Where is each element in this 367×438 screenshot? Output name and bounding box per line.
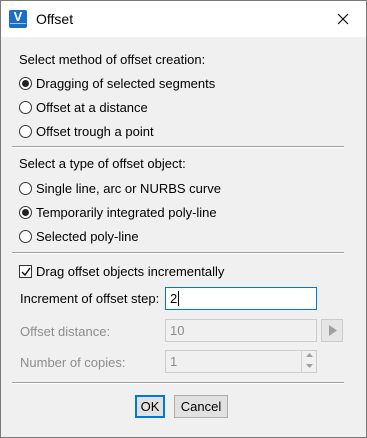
increment-value: 2 xyxy=(170,291,178,306)
offset-distance-input[interactable]: 10 xyxy=(165,319,317,342)
radio-label: Offset at a distance xyxy=(36,100,148,115)
checkbox-label: Drag offset objects incrementally xyxy=(36,264,225,279)
app-icon: V xyxy=(9,9,27,28)
object-type-heading: Select a type of offset object: xyxy=(19,156,186,171)
radio-label: Temporarily integrated poly-line xyxy=(36,205,217,220)
chevron-down-icon xyxy=(306,364,313,368)
radio-label: Offset trough a point xyxy=(36,124,154,139)
ok-button[interactable]: OK xyxy=(135,395,165,418)
separator xyxy=(12,252,344,254)
increment-label: Increment of offset step: xyxy=(20,291,160,306)
radio-label: Selected poly-line xyxy=(36,229,139,244)
spin-up-button[interactable] xyxy=(302,350,317,361)
copies-input[interactable]: 1 xyxy=(165,350,317,373)
separator xyxy=(12,382,344,384)
radio-offset-distance[interactable]: Offset at a distance xyxy=(19,99,279,116)
chevron-up-icon xyxy=(306,353,313,357)
check-icon xyxy=(21,267,31,277)
cancel-button[interactable]: Cancel xyxy=(174,395,228,418)
radio-button-checked[interactable] xyxy=(19,77,32,90)
offset-distance-label: Offset distance: xyxy=(20,324,111,339)
dialog-content: Select method of offset creation: Draggi… xyxy=(1,37,366,437)
separator xyxy=(12,146,344,148)
radio-label: Single line, arc or NURBS curve xyxy=(36,181,221,196)
close-button[interactable] xyxy=(328,7,358,31)
radio-button-checked[interactable] xyxy=(19,206,32,219)
copies-value: 1 xyxy=(170,354,178,369)
offset-dialog: V Offset Select method of offset creatio… xyxy=(0,0,367,438)
checkbox[interactable] xyxy=(19,265,32,278)
radio-label: Dragging of selected segments xyxy=(36,76,216,91)
play-arrow-icon xyxy=(329,325,337,336)
offset-distance-value: 10 xyxy=(170,323,185,338)
window-title: Offset xyxy=(36,11,74,27)
radio-button[interactable] xyxy=(19,125,32,138)
title-bar: V Offset xyxy=(1,1,366,37)
radio-button[interactable] xyxy=(19,101,32,114)
radio-offset-point[interactable]: Offset trough a point xyxy=(19,123,279,140)
copies-label: Number of copies: xyxy=(20,355,126,370)
app-icon-letter: V xyxy=(13,9,23,24)
offset-distance-arrow-button[interactable] xyxy=(321,319,343,342)
radio-button[interactable] xyxy=(19,182,32,195)
increment-input[interactable]: 2 xyxy=(165,287,317,310)
radio-dragging-segments[interactable]: Dragging of selected segments xyxy=(19,75,279,92)
spin-down-button[interactable] xyxy=(302,361,317,372)
text-caret xyxy=(178,291,180,306)
radio-selected-polyline[interactable]: Selected poly-line xyxy=(19,228,279,245)
radio-temp-polyline[interactable]: Temporarily integrated poly-line xyxy=(19,204,279,221)
copies-spinner[interactable] xyxy=(301,350,317,373)
checkbox-drag-incrementally[interactable]: Drag offset objects incrementally xyxy=(19,263,279,280)
method-heading: Select method of offset creation: xyxy=(19,52,206,67)
radio-button[interactable] xyxy=(19,230,32,243)
close-icon xyxy=(337,13,349,25)
radio-single-line[interactable]: Single line, arc or NURBS curve xyxy=(19,180,279,197)
